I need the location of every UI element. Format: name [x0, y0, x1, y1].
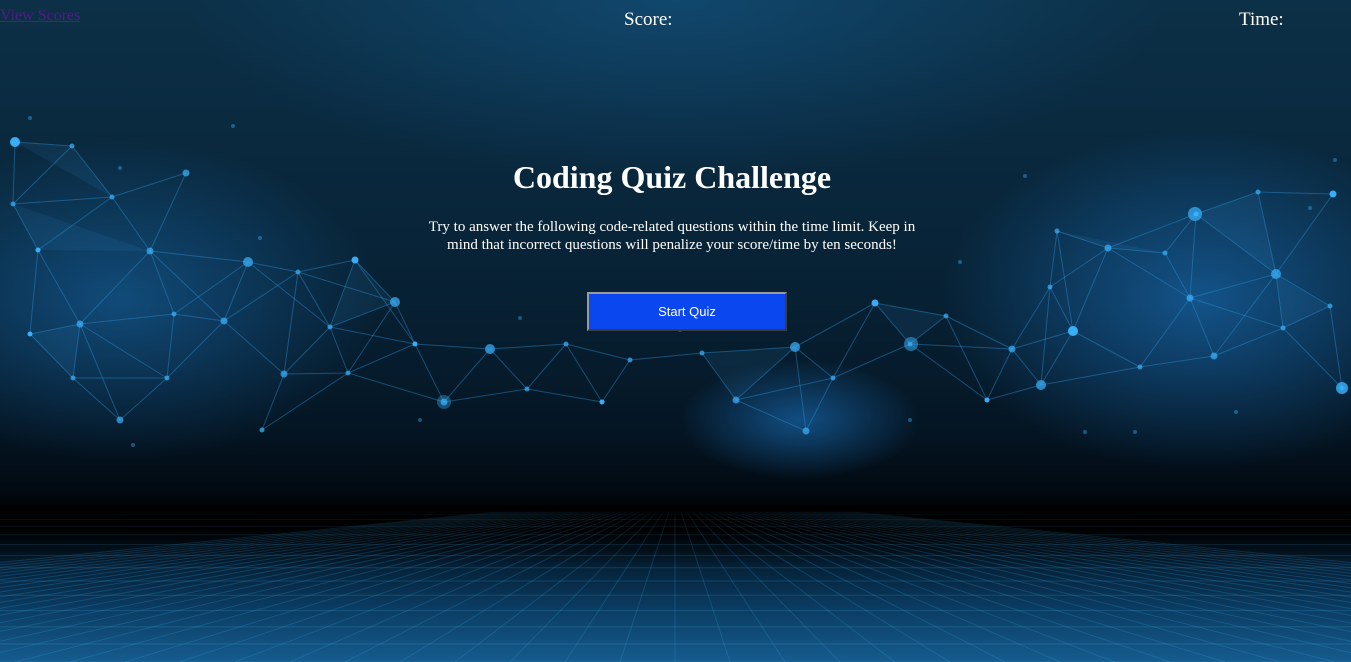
view-scores-link[interactable]: View Scores: [0, 7, 80, 25]
network-background-image: [0, 116, 1351, 662]
time-label: Time:: [1239, 9, 1284, 30]
quiz-page: View Scores Score: Time: Coding Quiz Cha…: [0, 0, 1351, 662]
page-title: Coding Quiz Challenge: [512, 159, 832, 195]
score-label: Score:: [624, 9, 673, 30]
start-quiz-button[interactable]: Start Quiz: [587, 292, 787, 331]
quiz-description: Try to answer the following code-related…: [428, 219, 916, 253]
